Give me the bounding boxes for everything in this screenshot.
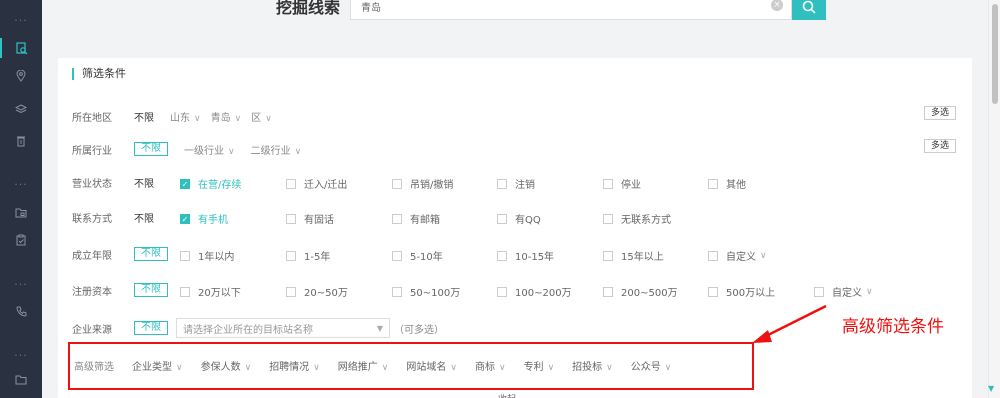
annotation-label: 高级筛选条件: [842, 317, 944, 337]
annotation-arrow: [752, 304, 827, 343]
scroll-down-arrow-icon[interactable]: ▼: [988, 384, 998, 394]
